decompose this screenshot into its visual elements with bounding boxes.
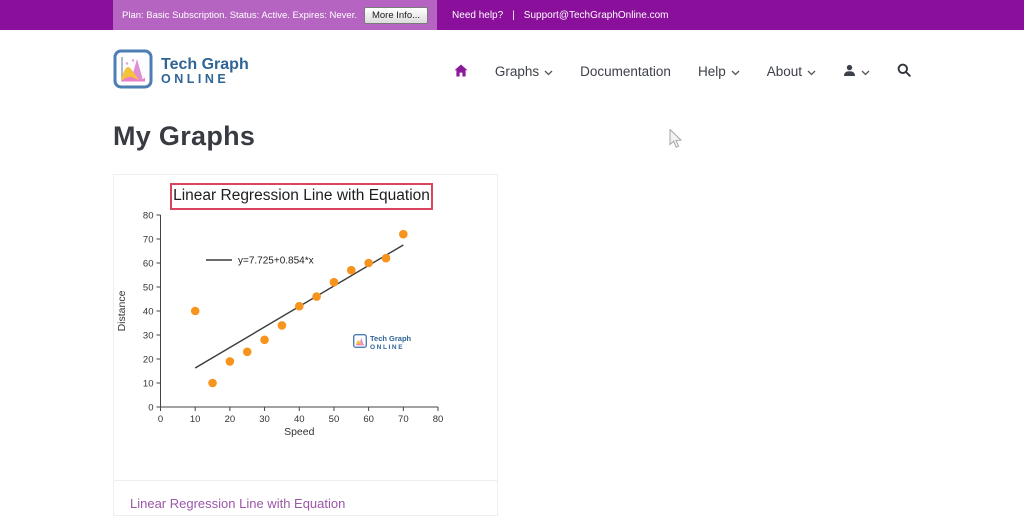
site-header: Tech Graph ONLINE Graphs Documentation (113, 30, 911, 94)
logo-text-line2: ONLINE (161, 73, 249, 87)
nav-about-label: About (767, 64, 802, 79)
support-email-link[interactable]: Support@TechGraphOnline.com (524, 10, 669, 21)
topbar-separator: | (512, 10, 515, 21)
chevron-down-icon (861, 70, 870, 76)
watermark-text-line1: Tech Graph (370, 335, 411, 344)
svg-text:0: 0 (158, 414, 163, 425)
graph-title-link[interactable]: Linear Regression Line with Equation (130, 496, 345, 511)
svg-text:60: 60 (363, 414, 374, 425)
svg-text:Speed: Speed (284, 426, 315, 438)
subscription-banner: Plan: Basic Subscription. Status: Active… (113, 0, 437, 30)
logo-text-line1: Tech Graph (161, 56, 249, 74)
svg-text:70: 70 (143, 235, 154, 246)
logo-chart-icon (113, 49, 153, 94)
svg-text:50: 50 (143, 283, 154, 294)
more-info-button[interactable]: More Info... (364, 7, 428, 24)
chart-watermark: Tech Graph ONLINE (353, 334, 411, 353)
main-nav: Graphs Documentation Help About (454, 63, 911, 80)
svg-text:40: 40 (294, 414, 305, 425)
nav-help[interactable]: Help (698, 64, 740, 79)
svg-text:y=7.725+0.854*x: y=7.725+0.854*x (238, 256, 314, 267)
svg-text:0: 0 (148, 403, 153, 414)
chart-area: 0 10 20 30 40 50 60 70 80 0 10 20 30 40 50 60 70 80 Speed D… (114, 175, 497, 480)
graph-card-footer: Linear Regression Line with Equation (114, 480, 497, 527)
watermark-text-line2: ONLINE (370, 344, 411, 351)
svg-text:70: 70 (398, 414, 409, 425)
nav-account[interactable] (843, 64, 870, 80)
svg-text:80: 80 (143, 211, 154, 222)
nav-home[interactable] (454, 64, 468, 80)
svg-text:40: 40 (143, 307, 154, 318)
nav-about[interactable]: About (767, 64, 816, 79)
chevron-down-icon (731, 70, 740, 76)
nav-graphs-label: Graphs (495, 64, 539, 79)
topbar: Plan: Basic Subscription. Status: Active… (0, 0, 1024, 30)
home-icon (454, 64, 468, 80)
scatter-plot: 0 10 20 30 40 50 60 70 80 0 10 20 30 40 50 60 70 80 Speed D… (114, 175, 499, 480)
svg-text:Distance: Distance (116, 290, 128, 331)
nav-graphs[interactable]: Graphs (495, 64, 553, 79)
nav-help-label: Help (698, 64, 726, 79)
svg-text:80: 80 (433, 414, 444, 425)
need-help-text: Need help? (452, 10, 503, 21)
svg-text:20: 20 (225, 414, 236, 425)
page-title: My Graphs (113, 121, 911, 152)
svg-text:30: 30 (143, 331, 154, 342)
svg-text:10: 10 (143, 379, 154, 390)
chevron-down-icon (544, 70, 553, 76)
chart-title: Linear Regression Line with Equation (170, 183, 433, 210)
graph-card: 0 10 20 30 40 50 60 70 80 0 10 20 30 40 50 60 70 80 Speed D… (113, 174, 498, 516)
watermark-logo-icon (353, 334, 367, 353)
chevron-down-icon (807, 70, 816, 76)
svg-text:10: 10 (190, 414, 201, 425)
svg-text:50: 50 (329, 414, 340, 425)
nav-search[interactable] (897, 63, 911, 80)
svg-text:20: 20 (143, 355, 154, 366)
user-icon (843, 64, 856, 80)
plan-status-text: Plan: Basic Subscription. Status: Active… (122, 10, 357, 21)
search-icon (897, 63, 911, 80)
svg-text:30: 30 (259, 414, 270, 425)
site-logo[interactable]: Tech Graph ONLINE (113, 49, 249, 94)
nav-documentation[interactable]: Documentation (580, 64, 671, 79)
nav-documentation-label: Documentation (580, 64, 671, 79)
svg-text:60: 60 (143, 259, 154, 270)
